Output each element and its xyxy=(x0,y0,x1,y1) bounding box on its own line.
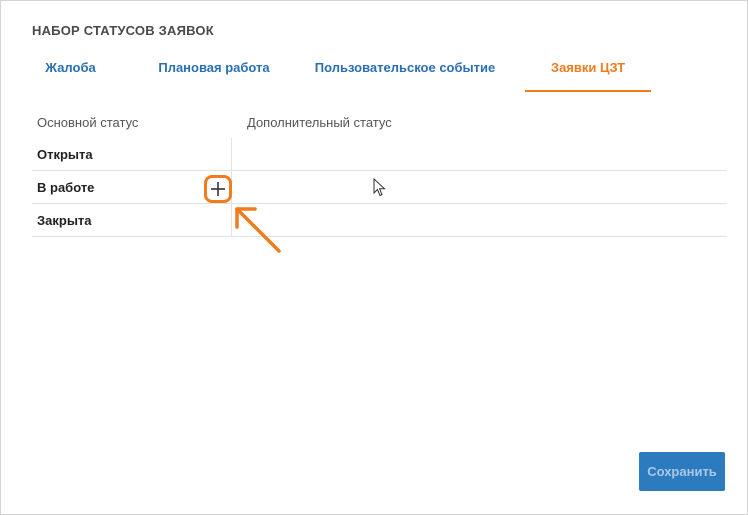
column-divider xyxy=(231,138,232,171)
tab-czt-requests[interactable]: Заявки ЦЗТ xyxy=(525,53,651,91)
status-tabs: Жалоба Плановая работа Пользовательское … xyxy=(32,53,722,93)
arrow-annotation-icon xyxy=(235,207,281,253)
plus-icon xyxy=(211,182,225,196)
tab-custom-event[interactable]: Пользовательское событие xyxy=(306,53,504,91)
column-header-main-status: Основной статус xyxy=(37,115,139,130)
status-label: Закрыта xyxy=(37,213,92,228)
table-row[interactable]: Закрыта xyxy=(32,204,727,237)
status-label: В работе xyxy=(37,180,95,195)
mouse-cursor-icon xyxy=(373,178,386,197)
dialog-title: НАБОР СТАТУСОВ ЗАЯВОК xyxy=(32,23,214,38)
table-row[interactable]: Открыта xyxy=(32,138,727,171)
status-label: Открыта xyxy=(37,147,93,162)
tab-complaint[interactable]: Жалоба xyxy=(32,53,109,91)
status-set-dialog: НАБОР СТАТУСОВ ЗАЯВОК Жалоба Плановая ра… xyxy=(0,0,748,515)
active-tab-indicator xyxy=(525,90,651,92)
tab-planned-work[interactable]: Плановая работа xyxy=(144,53,284,91)
save-button[interactable]: Сохранить xyxy=(639,452,725,491)
column-header-extra-status: Дополнительный статус xyxy=(247,115,392,130)
